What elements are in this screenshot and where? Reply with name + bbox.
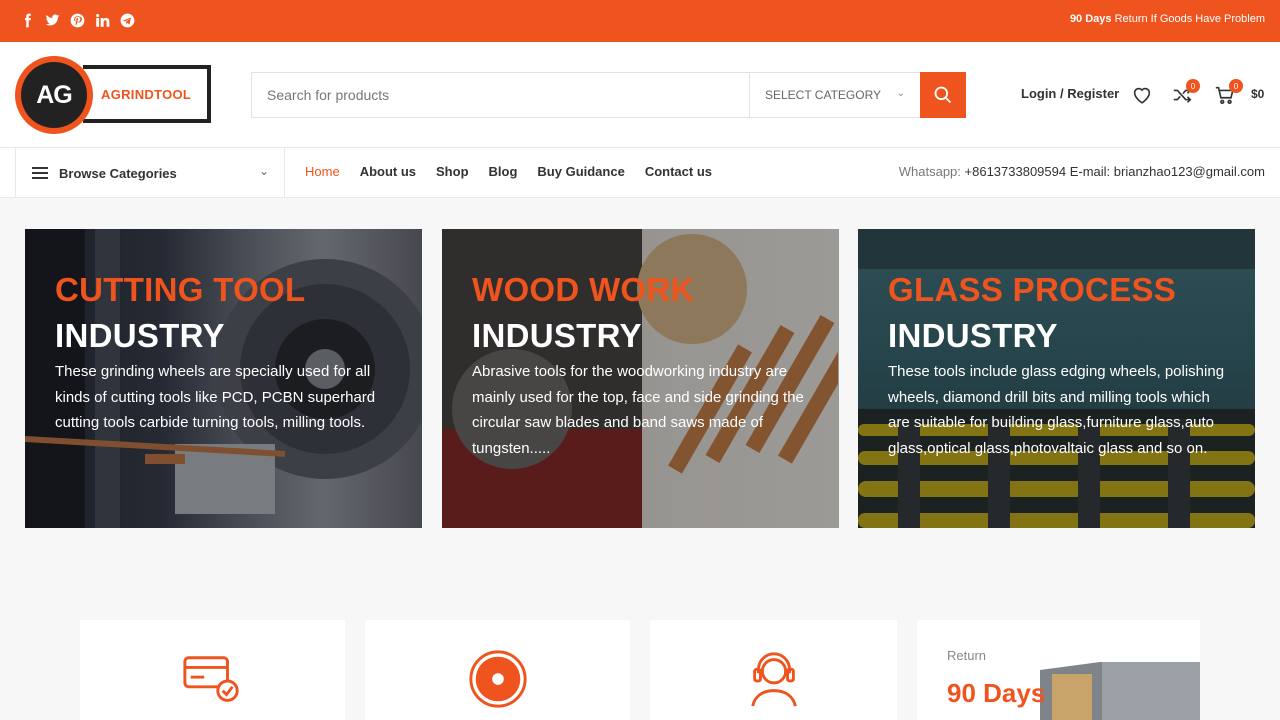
cart-total[interactable]: $0 bbox=[1251, 87, 1264, 101]
payment-card-icon bbox=[183, 656, 239, 702]
return-label: Return bbox=[947, 648, 987, 663]
site-header: AGRINDTOOL AG SELECT CATEGORY ⌄ Login / … bbox=[0, 42, 1280, 148]
banner-title-line2: INDUSTRY bbox=[472, 317, 642, 354]
compare-button[interactable]: 0 bbox=[1171, 79, 1200, 108]
main-menu: Home About us Shop Blog Buy Guidance Con… bbox=[305, 164, 712, 179]
facebook-icon[interactable] bbox=[19, 12, 36, 29]
top-bar: 90 Days Return If Goods Have Problem bbox=[0, 0, 1280, 42]
compare-count-badge: 0 bbox=[1186, 79, 1200, 93]
banner-title-line1: CUTTING TOOL bbox=[55, 271, 306, 308]
login-register-link[interactable]: Login / Register bbox=[1021, 86, 1119, 101]
logo-wordmark-box: AGRINDTOOL bbox=[83, 65, 211, 123]
logo-text: AGRINDTOOL bbox=[101, 86, 192, 102]
search-form: SELECT CATEGORY ⌄ bbox=[251, 72, 966, 118]
pinterest-icon[interactable] bbox=[69, 12, 86, 29]
banner-title: WOOD WORK INDUSTRY bbox=[472, 267, 695, 359]
logo-mark: AG bbox=[21, 62, 87, 128]
nav-item-contact-us[interactable]: Contact us bbox=[645, 164, 712, 179]
banner-title-line1: WOOD WORK bbox=[472, 271, 695, 308]
category-select-label: SELECT CATEGORY bbox=[765, 88, 882, 102]
search-button[interactable] bbox=[920, 72, 966, 118]
feature-card-products bbox=[365, 620, 630, 720]
main-navigation-bar: Browse Categories ⌄ Home About us Shop B… bbox=[0, 148, 1280, 198]
menu-icon bbox=[32, 167, 48, 179]
twitter-icon[interactable] bbox=[44, 12, 61, 29]
nav-item-shop[interactable]: Shop bbox=[436, 164, 469, 179]
heart-icon bbox=[1133, 87, 1151, 104]
banner-title-line2: INDUSTRY bbox=[888, 317, 1058, 354]
category-select[interactable]: SELECT CATEGORY ⌄ bbox=[749, 73, 920, 117]
support-headset-icon bbox=[751, 652, 797, 707]
banner-title: GLASS PROCESS INDUSTRY bbox=[888, 267, 1176, 359]
return-days-value: 90 Days bbox=[947, 678, 1046, 708]
banner-wood-work[interactable]: WOOD WORK INDUSTRY Abrasive tools for th… bbox=[442, 229, 839, 528]
search-input[interactable] bbox=[252, 73, 748, 117]
banner-title: CUTTING TOOL INDUSTRY bbox=[55, 267, 305, 359]
banner-description: These tools include glass edging wheels,… bbox=[888, 363, 1225, 457]
grinding-disc-icon bbox=[469, 650, 527, 708]
banner-description: These grinding wheels are specially used… bbox=[55, 363, 376, 431]
contact-info: Whatsapp: +8613733809594 E-mail: brianzh… bbox=[898, 164, 1265, 179]
banner-cutting-tool[interactable]: CUTTING TOOL INDUSTRY These grinding whe… bbox=[25, 229, 422, 528]
logo-circle: AG bbox=[15, 56, 93, 134]
site-logo[interactable]: AGRINDTOOL AG bbox=[15, 56, 211, 134]
warehouse-door-image bbox=[1040, 662, 1200, 720]
cart-button[interactable]: 0 bbox=[1214, 79, 1243, 108]
chevron-down-icon: ⌄ bbox=[258, 164, 269, 178]
social-links bbox=[19, 12, 136, 29]
wishlist-button[interactable] bbox=[1131, 84, 1155, 108]
nav-item-blog[interactable]: Blog bbox=[489, 164, 518, 179]
nav-item-about-us[interactable]: About us bbox=[360, 164, 416, 179]
banner-glass-process[interactable]: GLASS PROCESS INDUSTRY These tools inclu… bbox=[858, 229, 1255, 528]
telegram-icon[interactable] bbox=[119, 12, 136, 29]
nav-item-buy-guidance[interactable]: Buy Guidance bbox=[537, 164, 624, 179]
banner-title-line2: INDUSTRY bbox=[55, 317, 225, 354]
linkedin-icon[interactable] bbox=[94, 12, 111, 29]
return-promo: 90 Days Return If Goods Have Problem bbox=[1069, 13, 1265, 25]
browse-categories-toggle[interactable]: Browse Categories ⌄ bbox=[15, 148, 285, 198]
browse-categories-label: Browse Categories bbox=[59, 165, 177, 181]
cart-count-badge: 0 bbox=[1229, 79, 1243, 93]
search-icon bbox=[934, 86, 952, 104]
nav-item-home[interactable]: Home bbox=[305, 164, 340, 179]
chevron-down-icon: ⌄ bbox=[896, 88, 905, 99]
feature-card-return: Return 90 Days bbox=[917, 620, 1200, 720]
feature-card-payment bbox=[80, 620, 345, 720]
feature-card-support bbox=[650, 620, 897, 720]
banner-title-line1: GLASS PROCESS bbox=[888, 271, 1177, 308]
banner-description: Abrasive tools for the woodworking indus… bbox=[472, 363, 804, 457]
